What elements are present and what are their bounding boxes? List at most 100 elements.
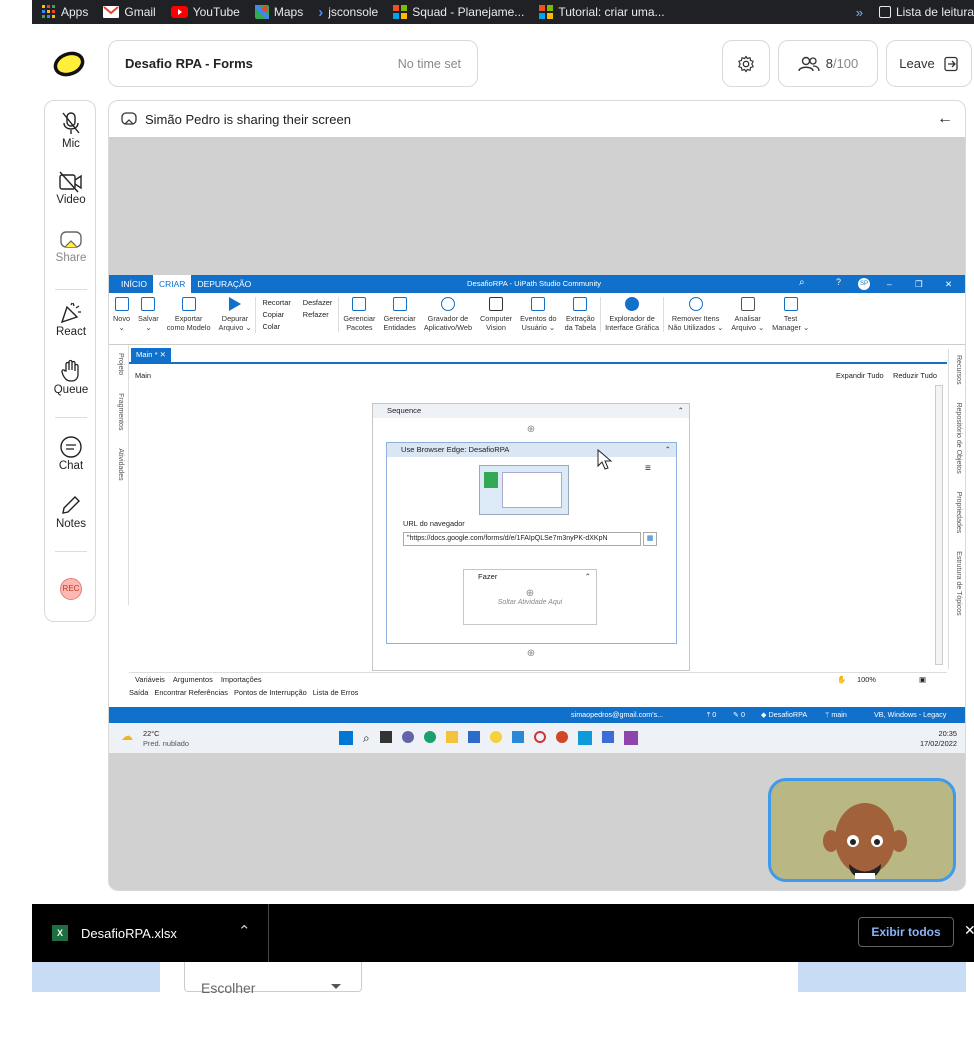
ribbon-gravador[interactable]: Gravador de Aplicativo/Web <box>420 297 476 332</box>
app-icon[interactable] <box>533 731 546 743</box>
add-activity-icon[interactable]: ⊕ <box>373 424 689 435</box>
panel-atividades[interactable]: Atividades <box>117 448 124 480</box>
panel-repositorio[interactable]: Repositório de Objetos <box>955 402 962 473</box>
meeting-title-box[interactable]: Desafio RPA - Forms No time set <box>108 40 478 87</box>
url-options-button[interactable]: ▦ <box>643 532 657 546</box>
status-branch[interactable]: main <box>831 710 847 719</box>
ribbon-test-manager[interactable]: Test Manager ⌄ <box>768 297 813 332</box>
bookmark-youtube[interactable]: YouTube <box>170 5 240 19</box>
minimize-icon[interactable]: – <box>887 275 892 293</box>
tab-interrupcao[interactable]: Pontos de Interrupção <box>234 688 307 697</box>
breadcrumb[interactable]: Main <box>135 371 151 380</box>
bookmark-maps[interactable]: Maps <box>254 5 303 19</box>
tab-erros[interactable]: Lista de Erros <box>313 688 359 697</box>
panel-recursos[interactable]: Recursos <box>955 355 962 385</box>
expand-all-button[interactable]: Expandir Tudo <box>836 371 884 380</box>
sequence-activity[interactable]: Sequence ⌃ ⊕ Use Browser Edge: DesafioRPA… <box>372 403 690 671</box>
bookmark-tutorial[interactable]: Tutorial: criar uma... <box>539 5 665 19</box>
status-target[interactable]: VB, Windows - Legacy <box>874 707 946 723</box>
hand-icon[interactable]: ✋ <box>837 673 846 687</box>
tab-criar[interactable]: CRIAR <box>152 275 192 293</box>
react-button[interactable]: React <box>45 301 97 338</box>
notepad-icon[interactable] <box>601 731 614 743</box>
user-avatar[interactable]: SP <box>858 278 870 290</box>
copy-button[interactable]: Copiar <box>262 309 290 321</box>
collapse-arrow-icon[interactable]: ← <box>937 110 953 128</box>
download-filename[interactable]: DesafioRPA.xlsx <box>81 926 177 941</box>
record-button[interactable]: REC <box>60 578 82 600</box>
redo-button[interactable]: Refazer <box>303 309 333 321</box>
tab-variaveis[interactable]: Variáveis <box>135 675 165 684</box>
add-activity-icon[interactable]: ⊕ <box>373 648 689 659</box>
video-button[interactable]: Video <box>45 171 97 206</box>
do-activity[interactable]: Fazer ⌃ ⊕ Soltar Atividade Aqui <box>463 569 597 625</box>
bookmarks-more-button[interactable]: » <box>856 5 863 20</box>
reduce-all-button[interactable]: Reduzir Tudo <box>893 371 937 380</box>
tab-inicio[interactable]: INÍCIO <box>115 275 153 293</box>
settings-button[interactable] <box>722 40 770 87</box>
edge-icon[interactable] <box>423 731 436 743</box>
fit-screen-icon[interactable]: ▣ <box>919 673 926 687</box>
app-icon[interactable] <box>577 731 592 745</box>
undo-button[interactable]: Desfazer <box>303 297 333 309</box>
file-explorer-icon[interactable] <box>445 731 458 743</box>
app-icon[interactable] <box>511 731 524 743</box>
store-icon[interactable] <box>467 731 480 743</box>
ribbon-pacotes[interactable]: Gerenciar Pacotes <box>338 297 379 332</box>
search-icon[interactable]: ⌕ <box>363 731 370 745</box>
ribbon-extracao[interactable]: Extração da Tabela <box>561 297 601 332</box>
windows-start-icon[interactable] <box>339 731 353 745</box>
tab-depuracao[interactable]: DEPURAÇÃO <box>191 275 257 293</box>
ribbon-remover[interactable]: Remover Itens Não Utilizados ⌄ <box>663 297 727 332</box>
drop-zone[interactable]: Soltar Atividade Aqui <box>464 599 596 606</box>
panel-fragmentos[interactable]: Fragmentos <box>117 393 124 430</box>
mic-button[interactable]: Mic <box>45 111 97 150</box>
tab-argumentos[interactable]: Argumentos <box>173 675 213 684</box>
tab-referencias[interactable]: Encontrar Referências <box>154 688 228 697</box>
share-button[interactable]: Share <box>45 229 97 264</box>
chevron-up-icon[interactable]: ⌃ <box>238 922 251 940</box>
taskbar-time[interactable]: 20:35 <box>909 729 958 738</box>
search-icon[interactable]: ⌕ <box>799 277 805 288</box>
leave-button[interactable]: Leave <box>886 40 972 87</box>
help-icon[interactable]: ? <box>836 277 841 287</box>
queue-button[interactable]: Queue <box>45 359 97 396</box>
vertical-scrollbar[interactable] <box>935 385 943 665</box>
app-icon[interactable] <box>623 731 638 745</box>
zoom-level[interactable]: 100% <box>857 673 876 687</box>
ribbon-novo[interactable]: Novo ⌄ <box>109 297 134 332</box>
ribbon-salvar[interactable]: Salvar ⌄ <box>134 297 163 332</box>
bookmark-jsconsole[interactable]: › jsconsole <box>318 4 378 21</box>
show-all-downloads-button[interactable]: Exibir todos <box>858 917 954 947</box>
task-view-icon[interactable] <box>379 731 392 743</box>
status-user[interactable]: simaopedros@gmail.com's... <box>571 707 663 723</box>
weather-desc[interactable]: Pred. nublado <box>143 739 189 748</box>
bookmark-gmail[interactable]: Gmail <box>103 5 156 19</box>
powerpoint-icon[interactable] <box>555 731 568 743</box>
weather-temp[interactable]: 22°C <box>143 729 160 738</box>
reading-list-button[interactable]: Lista de leitura <box>878 5 974 19</box>
participant-video-tile[interactable] <box>768 778 956 882</box>
close-icon[interactable]: ✕ <box>964 922 974 939</box>
panel-projeto[interactable]: Projeto <box>117 353 124 375</box>
panel-estrutura[interactable]: Estrutura de Tópicos <box>955 551 962 615</box>
ribbon-explorador[interactable]: Explorador de Interface Gráfica <box>600 297 663 332</box>
panel-propriedades[interactable]: Propriedades <box>955 492 962 534</box>
ribbon-eventos[interactable]: Eventos do Usuário ⌄ <box>516 297 561 332</box>
choose-dropdown[interactable]: Escolher <box>184 962 362 996</box>
ribbon-vision[interactable]: Computer Vision <box>476 297 516 332</box>
browser-activity[interactable]: Use Browser Edge: DesafioRPA ⌃ ≡ URL do n… <box>386 442 677 644</box>
bookmark-apps[interactable]: Apps <box>42 5 88 19</box>
paste-button[interactable]: Colar <box>262 321 290 333</box>
participants-button[interactable]: 8/100 <box>778 40 878 87</box>
menu-icon[interactable]: ≡ <box>645 463 651 474</box>
status-project[interactable]: DesafioRPA <box>769 710 808 719</box>
app-icon[interactable] <box>489 731 502 743</box>
teams-icon[interactable] <box>401 731 414 743</box>
add-activity-icon[interactable]: ⊕ <box>464 588 596 599</box>
ribbon-entidades[interactable]: Gerenciar Entidades <box>379 297 419 332</box>
url-field[interactable]: "https://docs.google.com/forms/d/e/1FAIp… <box>403 532 641 546</box>
taskbar-date[interactable]: 17/02/2022 <box>909 739 957 748</box>
close-icon[interactable]: ✕ <box>945 275 952 293</box>
ribbon-exportar[interactable]: Exportar como Modelo <box>163 297 215 332</box>
